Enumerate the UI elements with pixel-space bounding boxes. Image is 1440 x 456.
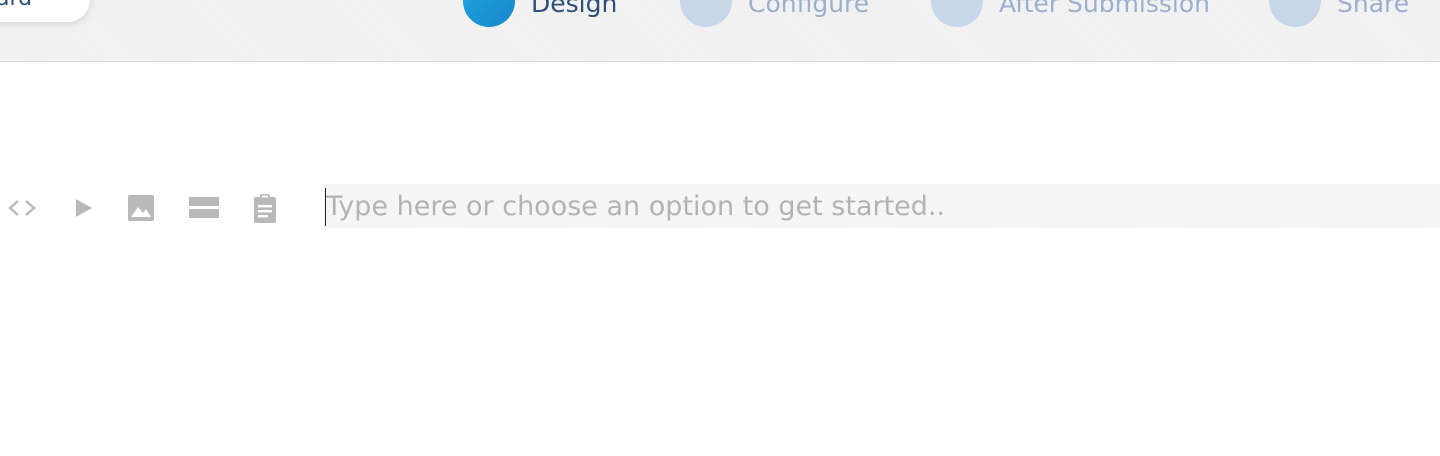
back-button[interactable]: ard [0,0,90,22]
step-share[interactable]: Share [1269,0,1410,27]
insert-video-button[interactable] [67,192,99,224]
editor-input[interactable] [324,184,1426,228]
play-icon [76,199,92,217]
clipboard-icon [254,194,276,223]
step-share-label: Share [1337,0,1410,18]
divider-icon [189,197,219,218]
top-bar: ard Design Configure After Submission Sh… [0,0,1440,62]
step-design[interactable]: Design [463,0,618,27]
image-icon [128,195,154,221]
text-caret [325,188,326,226]
insert-toolbar [0,188,300,230]
step-design-label: Design [531,0,618,18]
step-after-submission[interactable]: After Submission [931,0,1210,27]
code-icon [8,200,36,216]
step-after-submission-label: After Submission [999,0,1210,18]
back-button-label: ard [0,0,32,11]
step-configure-indicator [680,0,732,27]
editor-line [324,184,1440,228]
insert-image-button[interactable] [125,192,157,224]
insert-form-button[interactable] [249,192,281,224]
step-share-indicator [1269,0,1321,27]
step-configure-label: Configure [748,0,870,18]
step-after-submission-indicator [931,0,983,27]
step-configure[interactable]: Configure [680,0,870,27]
insert-divider-button[interactable] [188,192,220,224]
step-design-indicator [463,0,515,27]
form-builder-page: ard Design Configure After Submission Sh… [0,0,1440,456]
insert-code-button[interactable] [6,192,38,224]
